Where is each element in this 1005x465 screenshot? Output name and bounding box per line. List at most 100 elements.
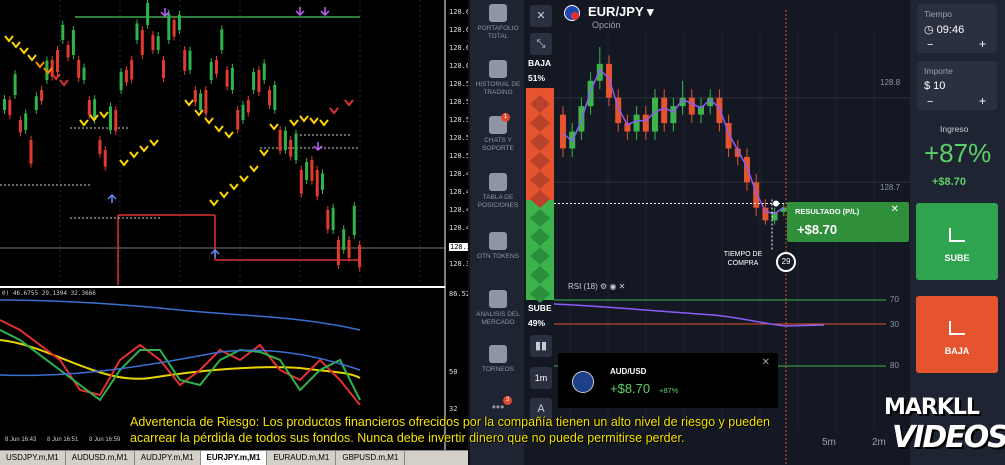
asset-selector[interactable]: EUR/JPY ▾ [568,4,654,20]
signal-arrow [27,54,37,62]
sidebar-item-historial[interactable]: HISTORIAL DE TRADING [470,60,526,97]
chart-up-icon [949,228,965,242]
rsi-indicator-label[interactable]: RSI (18) ⚙ ◉ ✕ [568,282,625,291]
mt4-candle [225,70,229,87]
close-icon[interactable]: ✕ [762,357,770,368]
signal-arrow [319,119,329,127]
trade-notification[interactable]: AUD/USD +$8.70 +87% ✕ [558,353,778,408]
mt4-candle [56,50,59,73]
sidebar-item-portafolio[interactable]: PORTAFOLIO TOTAL [470,4,526,41]
signal-arrow [299,115,309,123]
mt4-candle [310,160,314,181]
candle [762,207,769,221]
plus-icon[interactable]: + [979,37,986,51]
minus-icon[interactable]: − [927,96,933,108]
mt4-candle [230,67,234,90]
mt4-tab-audjpy[interactable]: AUDJPY.m,M1 [135,451,201,465]
mt4-candle [18,120,22,133]
mt4-chart-tabs: USDJPY.m,M1 AUDUSD.m,M1 AUDJPY.m,M1 EURJPY.… [0,450,468,465]
signal-arrow [11,41,21,49]
signal-arrow [129,151,139,159]
news-icon [489,290,507,308]
gear-icon[interactable]: ⚙ [600,282,607,291]
notification-pct: +87% [659,386,679,395]
mt4-candle [305,162,309,180]
mt4-tab-euraud[interactable]: EURAUD.m,M1 [267,451,337,465]
signal-arrow [149,139,159,147]
expiry-timer: 29 [776,252,796,272]
signal-arrow [239,175,249,183]
sidebar-item-analisis[interactable]: ANALISIS DEL MERCADO [470,290,526,327]
mt4-tab-usdjpy[interactable]: USDJPY.m,M1 [0,451,66,465]
candle [560,114,566,149]
eye-icon[interactable]: ◉ [609,282,616,291]
mt4-tab-gbpusd[interactable]: GBPUSD.m,M1 [336,451,406,465]
signal-arrow [329,107,339,115]
sentiment-up-label: SUBE [528,303,552,313]
candle [661,97,668,124]
signal-arrow [219,191,229,199]
mt4-candle [13,74,17,95]
mt4-price-label: 128.39 [449,260,468,268]
mt4-price-label: 128.49 [449,170,468,178]
mt4-candle [167,13,171,40]
time-selector[interactable]: Tiempo ◷ 09:46 − + [917,4,997,53]
mt4-price-label: 128.63 [449,44,468,52]
mt4-candle [103,150,107,167]
buy-up-button[interactable]: SUBE [916,203,998,280]
chart-type-icon[interactable]: ▮▮ [530,335,552,357]
osc-red-line [0,319,361,406]
price-level-label: 128.8 [880,78,901,87]
mt4-candle [8,100,12,116]
minus-icon[interactable]: − [927,39,933,51]
mt4-candle [109,106,112,130]
sidebar-item-otn[interactable]: OTN TOKENS [470,232,526,261]
result-value: +$8.70 [797,222,838,237]
mt4-candle [183,50,187,71]
mt4-candle [236,110,240,130]
mt4-tab-eurjpy[interactable]: EURJPY.m,M1 [200,451,268,465]
osc-blue-line [0,299,361,331]
mt4-candle [82,67,86,80]
close-icon[interactable]: ✕ [530,5,552,27]
sidebar-item-tabla[interactable]: TABLA DE POSICIONES [470,173,526,210]
timeframe-5m[interactable]: 5m [822,437,836,448]
signal-arrow [344,99,354,107]
timeframe-button[interactable]: 1m [530,367,552,389]
sidebar-item-label: TORNEOS [481,366,515,373]
sidebar-item-label: HISTORIAL DE TRADING [475,81,521,96]
sidebar-item-torneos[interactable]: TORNEOS [470,345,526,374]
mt4-candle [358,245,362,268]
signal-arrow [269,123,279,131]
signal-arrow [184,99,194,107]
sell-down-button[interactable]: BAJA [916,296,998,373]
mt4-candle [331,207,335,230]
mt4-tab-audusd[interactable]: AUDUSD.m,M1 [66,451,135,465]
close-icon[interactable]: ✕ [891,204,899,215]
amount-label: Importe [924,66,953,76]
sidebar-item-chats[interactable]: CHATS Y SOPORTE 1 [470,113,526,153]
logo-line-2: VIDEOS [892,420,1005,455]
signal-arrow [79,119,89,127]
candle [688,97,695,115]
signal-arrow [119,159,129,167]
amount-selector[interactable]: Importe $ 10 − + [917,61,997,110]
mt4-candle [140,30,144,55]
mt4-price-label: 128.45 [449,206,468,214]
signal-arrow [204,117,214,125]
mt4-candle [66,45,70,58]
signal-arrow [229,183,239,191]
plus-icon[interactable]: + [979,94,986,108]
collapse-icon[interactable]: ⤡ [530,33,552,55]
expiry-label: TIEMPO DE COMPRA [723,251,763,267]
chart-down-icon [949,321,965,335]
mt4-price-label: 128.43 [449,224,468,232]
result-pl-box: RESULTADO (P/L) +$8.70 ✕ [787,202,909,242]
mt4-candle [3,99,6,110]
mt4-candle [283,130,287,150]
signal-arrow [209,199,219,207]
notification-badge: 3 [503,396,512,405]
amount-value[interactable]: $ 10 [924,80,945,92]
close-icon[interactable]: ✕ [619,282,626,291]
sentiment-down-pct: 51% [528,73,546,83]
